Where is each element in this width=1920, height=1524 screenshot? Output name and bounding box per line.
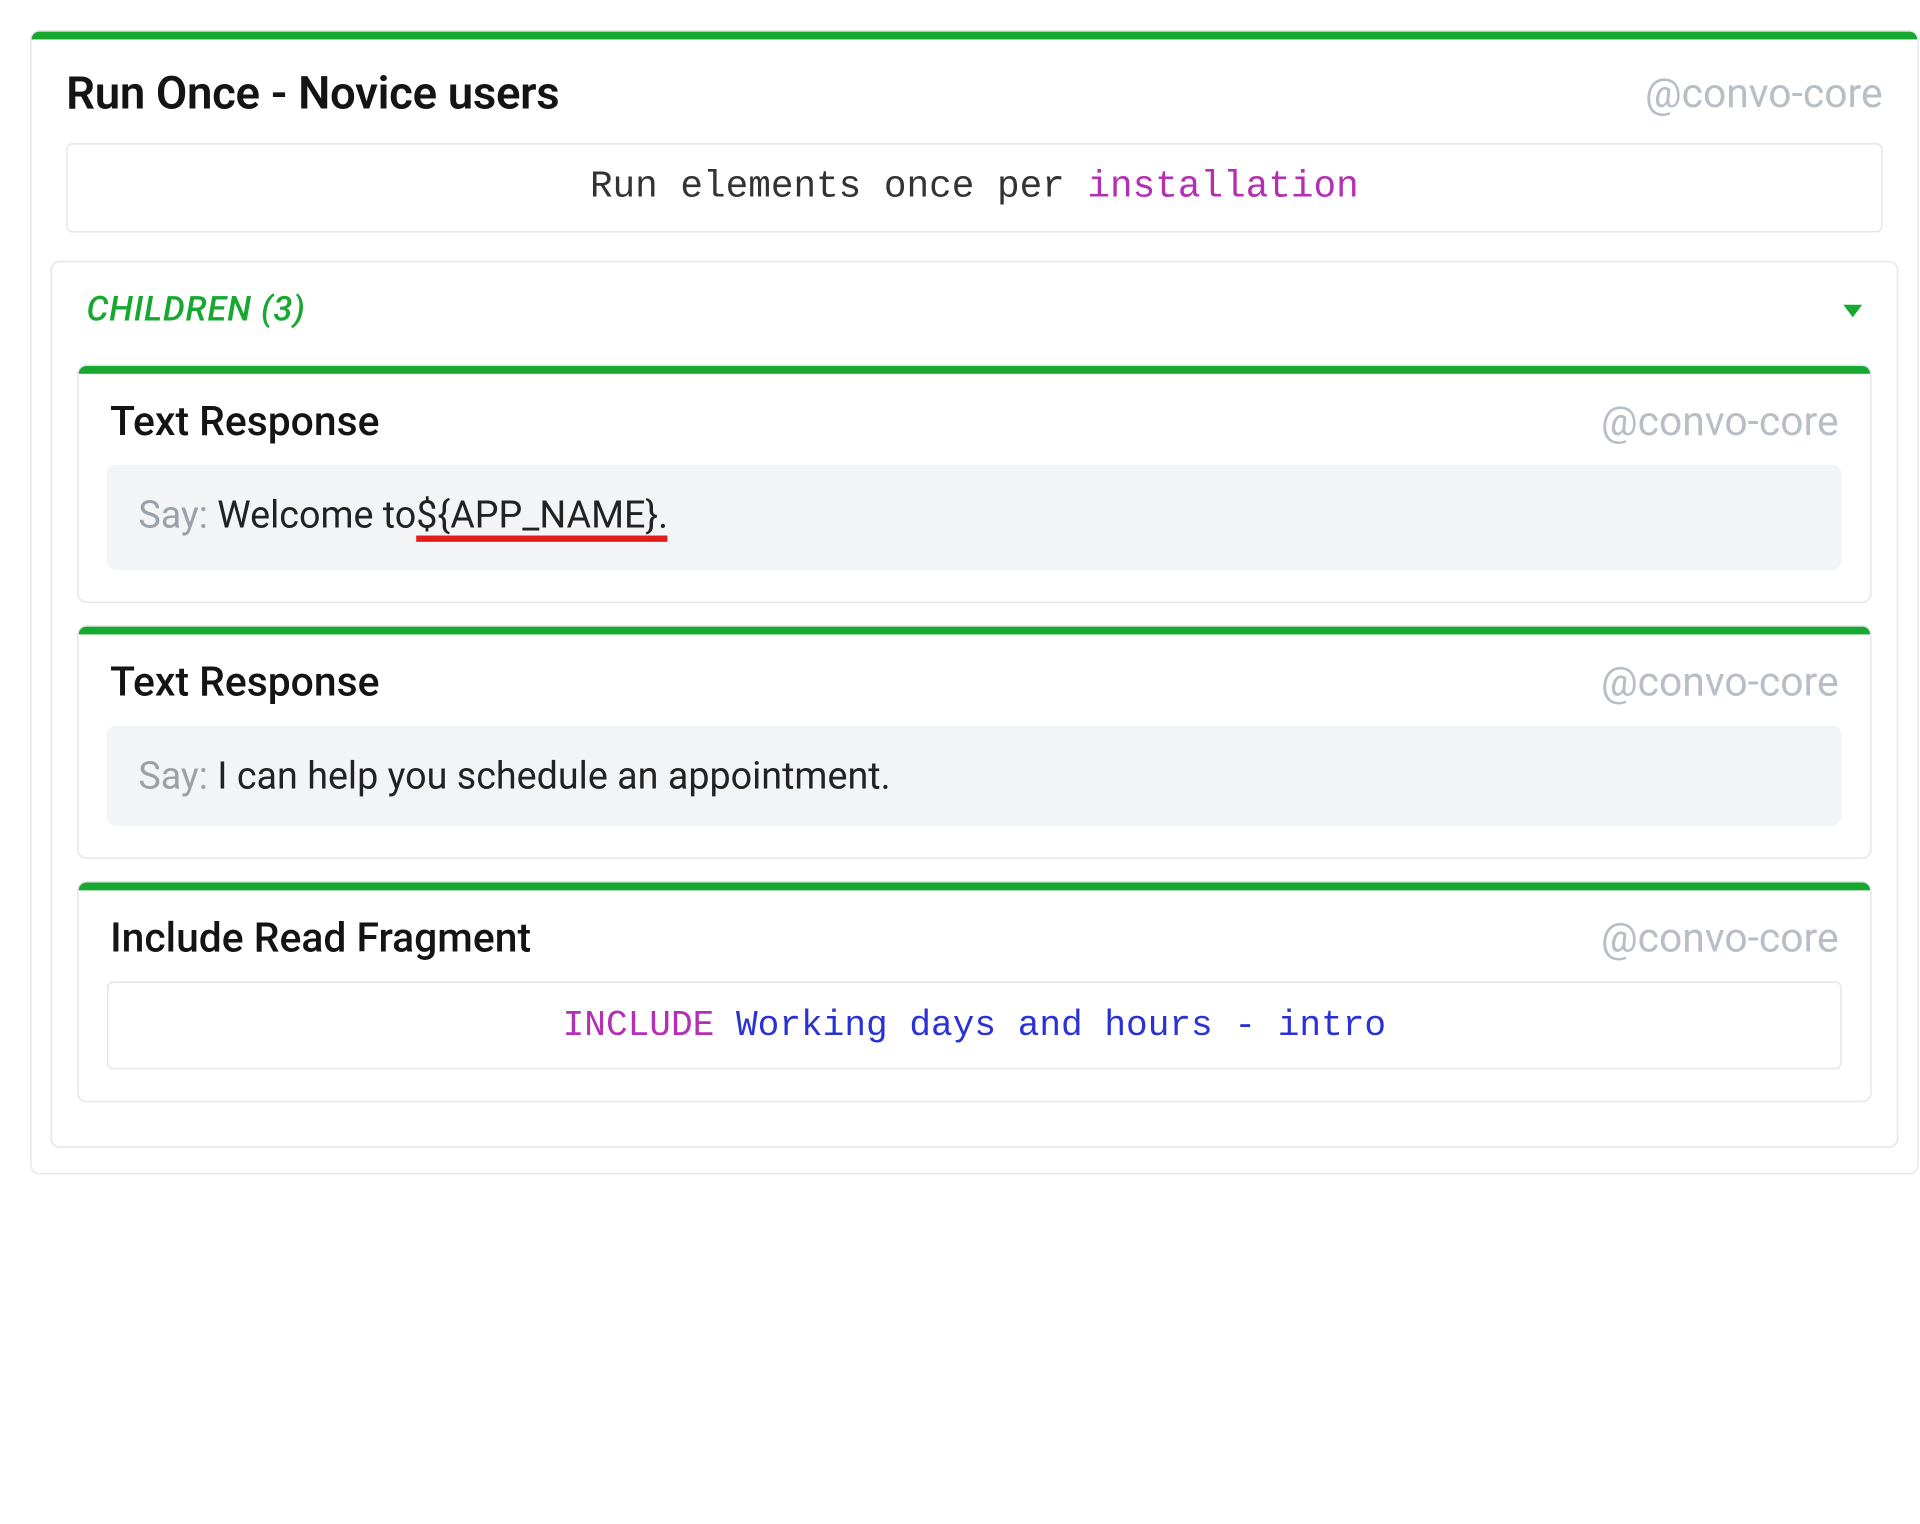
package-tag[interactable]: @convo-core [1645,71,1883,118]
child-title: Text Response [110,399,379,446]
package-tag[interactable]: @convo-core [1601,399,1839,446]
child-card: Include Read Fragment @convo-core INCLUD… [77,881,1872,1102]
say-box[interactable]: Say: I can help you schedule an appointm… [107,726,1842,826]
card-header: Text Response @convo-core [79,635,1870,726]
card-top-bar [79,883,1870,891]
children-toggle[interactable]: CHILDREN (3) [68,275,1881,352]
package-tag[interactable]: @convo-core [1601,660,1839,707]
say-text-prefix: Welcome to [217,493,416,537]
children-label: CHILDREN (3) [87,291,306,330]
include-fragment-name: Working days and hours - intro [714,1005,1386,1046]
card-header: Include Read Fragment @convo-core [79,891,1870,982]
card-header: Text Response @convo-core [79,374,1870,465]
say-text-variable: ${APP_NAME}. [416,496,668,542]
say-label: Say: [138,493,217,537]
card-top-bar [79,366,1870,374]
children-panel: CHILDREN (3) Text Response @convo-core S… [50,261,1898,1148]
include-keyword: INCLUDE [563,1005,715,1046]
card-header: Run Once - Novice users @convo-core [32,39,1918,143]
include-box[interactable]: INCLUDE Working days and hours - intro [107,982,1842,1070]
card-top-bar [32,32,1918,40]
card-top-bar [79,627,1870,635]
package-tag[interactable]: @convo-core [1601,916,1839,963]
child-title: Text Response [110,660,379,707]
param-value: installation [1087,167,1358,209]
say-label: Say: [138,754,217,798]
run-once-param-box[interactable]: Run elements once per installation [66,143,1882,232]
child-card: Text Response @convo-core Say: Welcome t… [77,364,1872,603]
say-text: I can help you schedule an appointment. [217,754,890,798]
say-box[interactable]: Say: Welcome to ${APP_NAME}. [107,465,1842,570]
run-once-card: Run Once - Novice users @convo-core Run … [30,30,1919,1175]
param-prefix: Run elements once per [590,167,1087,209]
caret-down-icon [1843,304,1862,317]
child-card: Text Response @convo-core Say: I can hel… [77,625,1872,859]
card-title: Run Once - Novice users [66,68,559,121]
child-title: Include Read Fragment [110,916,531,963]
